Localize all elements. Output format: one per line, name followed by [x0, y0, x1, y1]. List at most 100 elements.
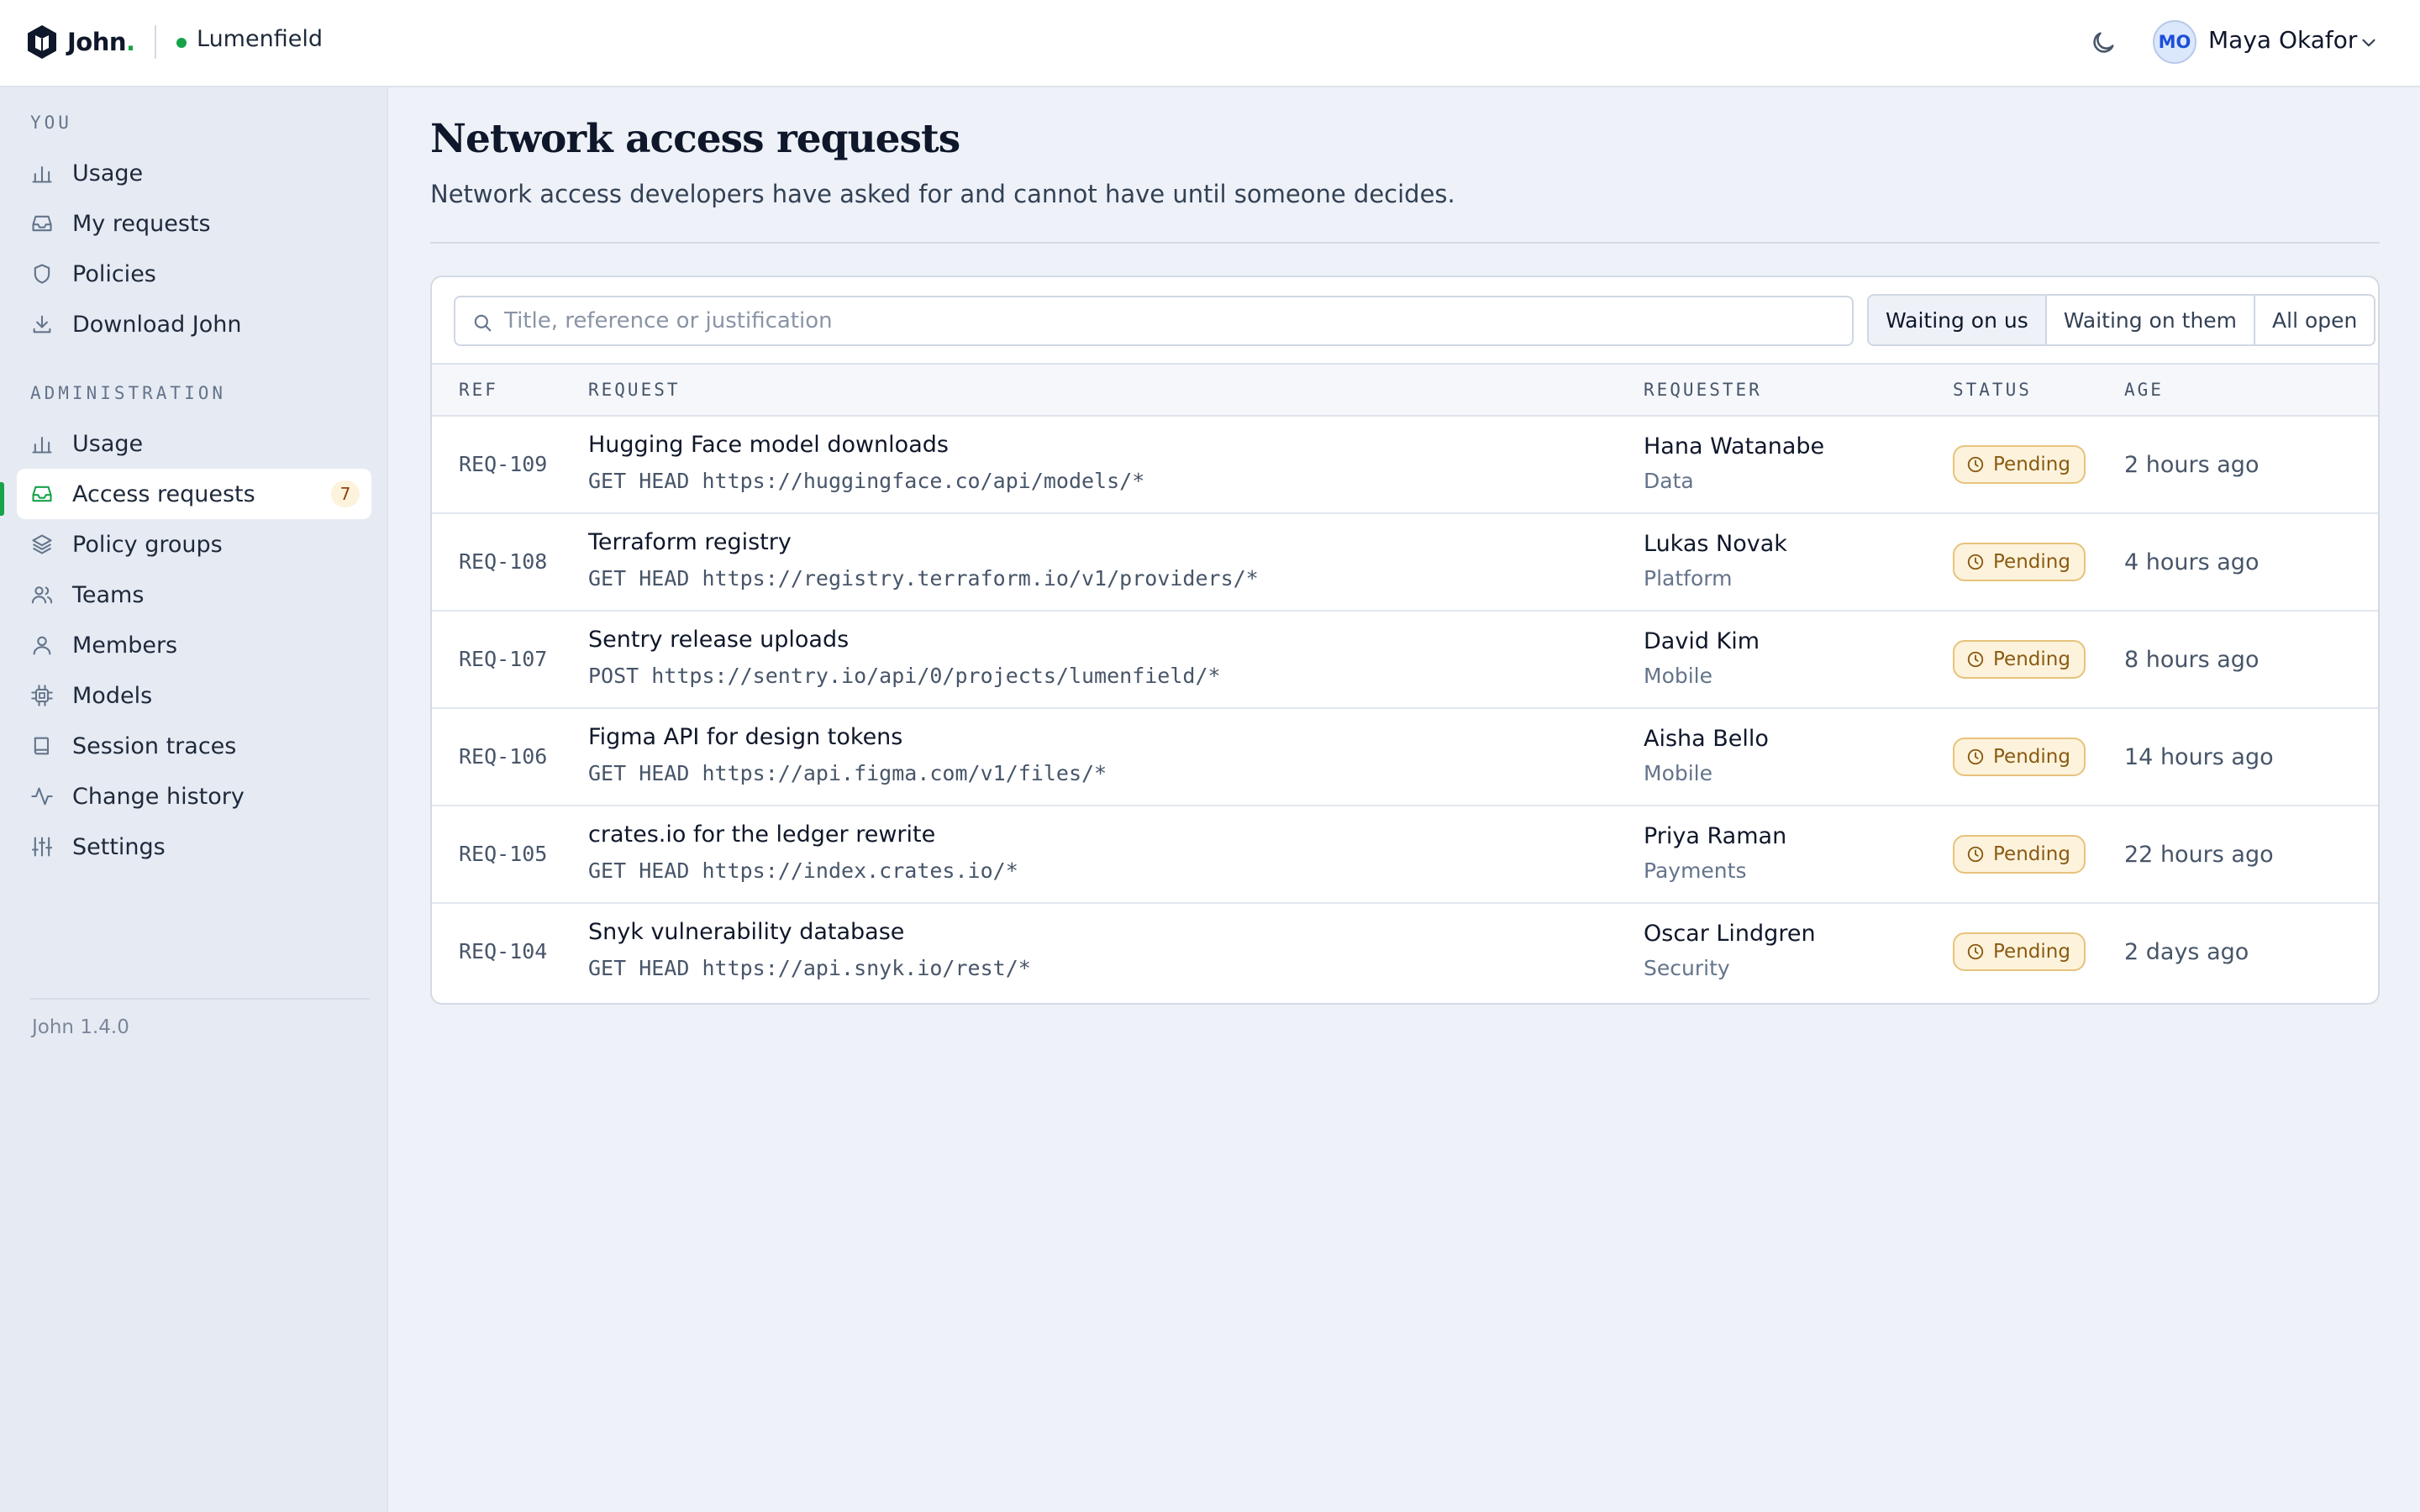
requester-name: Oscar Lindgren: [1644, 921, 1816, 947]
user-name[interactable]: Maya Okafor: [2208, 26, 2357, 54]
column-header-request[interactable]: REQUEST: [588, 380, 681, 400]
inbox-icon: [32, 486, 52, 502]
table-row[interactable]: REQ-108 Terraform registry GET HEAD http…: [432, 514, 2378, 612]
filter-all-open[interactable]: All open: [2254, 296, 2375, 344]
sidebar-item-label: Session traces: [72, 733, 237, 759]
column-header-requester[interactable]: REQUESTER: [1644, 380, 1762, 400]
page-subtitle: Network access developers have asked for…: [430, 180, 1455, 208]
sidebar-item-models[interactable]: Models: [17, 670, 371, 721]
sidebar-item-label: Policy groups: [72, 532, 223, 558]
table-row[interactable]: REQ-105 crates.io for the ledger rewrite…: [432, 806, 2378, 904]
status-badge: Pending: [1953, 835, 2086, 874]
request-title[interactable]: Figma API for design tokens: [588, 724, 902, 750]
column-header-status[interactable]: STATUS: [1953, 380, 2032, 400]
workspace-name[interactable]: Lumenfield: [197, 26, 323, 52]
user-icon: [33, 636, 51, 655]
status-label: Pending: [1993, 551, 2070, 573]
sidebar-item-change-history[interactable]: Change history: [17, 771, 371, 822]
request-ref[interactable]: REQ-105: [459, 842, 547, 866]
status-badge: Pending: [1953, 738, 2086, 776]
request-ref[interactable]: REQ-109: [459, 452, 547, 476]
search-box[interactable]: [454, 296, 1854, 346]
chevron-down-icon[interactable]: [2358, 32, 2380, 54]
moon-icon[interactable]: [2089, 29, 2118, 57]
request-ref[interactable]: REQ-104: [459, 939, 547, 963]
app-version: John 1.4.0: [32, 1016, 129, 1038]
table-row[interactable]: REQ-106 Figma API for design tokens GET …: [432, 709, 2378, 806]
sidebar-item-label: Usage: [72, 160, 144, 186]
clock-icon: [1967, 651, 1984, 668]
search-input[interactable]: [504, 304, 1840, 338]
column-header-age[interactable]: AGE: [2124, 380, 2164, 400]
sidebar-item-settings[interactable]: Settings: [17, 822, 371, 872]
sidebar-item-policies[interactable]: Policies: [17, 249, 371, 299]
user-avatar[interactable]: MO: [2153, 20, 2196, 64]
sidebar-item-members[interactable]: Members: [17, 620, 371, 670]
request-ref[interactable]: REQ-107: [459, 647, 547, 671]
sidebar-item-admin-usage[interactable]: Usage: [17, 418, 371, 469]
section-title-administration: ADMINISTRATION: [30, 383, 227, 403]
sidebar-item-my-usage[interactable]: Usage: [17, 148, 371, 198]
request-title[interactable]: Hugging Face model downloads: [588, 432, 949, 458]
status-badge: Pending: [1953, 445, 2086, 484]
sidebar-item-teams[interactable]: Teams: [17, 570, 371, 620]
requester-team: Payments: [1644, 858, 1747, 883]
request-endpoint: GET HEAD https://registry.terraform.io/v…: [588, 566, 1259, 591]
table-row[interactable]: REQ-104 Snyk vulnerability database GET …: [432, 904, 2378, 1001]
status-badge: Pending: [1953, 543, 2086, 581]
requester-name: Lukas Novak: [1644, 531, 1787, 557]
table-row[interactable]: REQ-107 Sentry release uploads POST http…: [432, 612, 2378, 709]
sidebar-item-session-traces[interactable]: Session traces: [17, 721, 371, 771]
filter-waiting-on-us[interactable]: Waiting on us: [1869, 296, 2045, 344]
status-label: Pending: [1993, 454, 2070, 475]
page-title: Network access requests: [430, 116, 960, 162]
hexagon-logo-icon: [28, 25, 56, 59]
clock-icon: [1967, 554, 1984, 570]
download-icon: [33, 315, 51, 333]
status-label: Pending: [1993, 746, 2070, 768]
sidebar-item-access-requests[interactable]: Access requests 7: [17, 469, 371, 519]
brand-logo[interactable]: John.: [25, 22, 135, 62]
sidebar-item-label: Access requests: [72, 481, 255, 507]
request-title[interactable]: Snyk vulnerability database: [588, 919, 904, 945]
request-title[interactable]: Terraform registry: [588, 529, 792, 555]
request-ref[interactable]: REQ-106: [459, 744, 547, 769]
sidebar-item-label: Download John: [72, 312, 242, 338]
section-title-you: YOU: [30, 113, 72, 133]
table-row[interactable]: REQ-109 Hugging Face model downloads GET…: [432, 417, 2378, 514]
filter-segmented-control: Waiting on us Waiting on them All open: [1867, 294, 2376, 346]
request-ref[interactable]: REQ-108: [459, 549, 547, 574]
sidebar-item-label: Models: [72, 683, 153, 709]
sidebar-item-label: Teams: [72, 582, 145, 608]
sidebar-divider: [30, 998, 370, 1000]
book-icon: [34, 737, 50, 755]
sidebar-item-label: Settings: [72, 834, 166, 860]
requester-name: Hana Watanabe: [1644, 433, 1825, 459]
request-title[interactable]: Sentry release uploads: [588, 627, 849, 653]
sidebar-item-label: Members: [72, 633, 178, 659]
clock-icon: [1967, 943, 1984, 960]
status-label: Pending: [1993, 843, 2070, 865]
pending-count-badge: 7: [331, 480, 360, 507]
request-age: 2 days ago: [2124, 939, 2249, 965]
request-endpoint: GET HEAD https://api.figma.com/v1/files/…: [588, 761, 1107, 785]
sidebar-item-download-john[interactable]: Download John: [17, 299, 371, 349]
request-age: 14 hours ago: [2124, 744, 2274, 770]
request-age: 2 hours ago: [2124, 452, 2260, 478]
sliders-icon: [31, 837, 53, 857]
activity-icon: [31, 787, 53, 806]
header-divider: [430, 242, 2380, 244]
top-bar: John. Lumenfield MO Maya Okafor: [0, 0, 2420, 87]
request-title[interactable]: crates.io for the ledger rewrite: [588, 822, 935, 848]
users-icon: [31, 586, 53, 604]
sidebar-item-my-requests[interactable]: My requests: [17, 198, 371, 249]
active-nav-indicator: [0, 482, 4, 516]
sidebar: YOU Usage My requests Policies Download …: [0, 87, 388, 1512]
sidebar-item-policy-groups[interactable]: Policy groups: [17, 519, 371, 570]
topbar-divider: [155, 25, 156, 59]
sidebar-item-label: Change history: [72, 784, 245, 810]
requester-team: Mobile: [1644, 664, 1713, 688]
filter-waiting-on-them[interactable]: Waiting on them: [2044, 296, 2254, 344]
column-header-ref[interactable]: REF: [459, 380, 498, 400]
table-header: REF REQUEST REQUESTER STATUS AGE: [432, 363, 2378, 417]
